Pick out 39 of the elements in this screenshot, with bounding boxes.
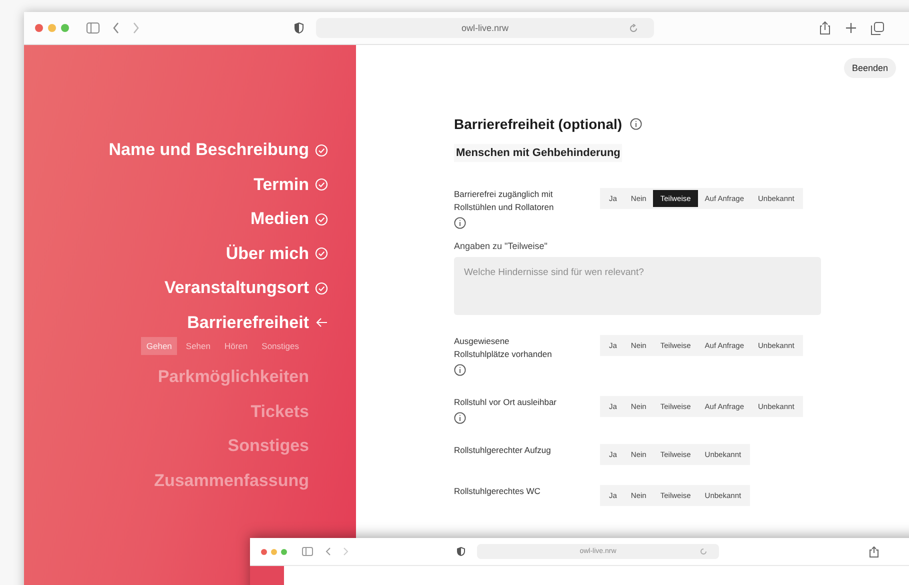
share-icon[interactable]	[869, 546, 879, 558]
question-label: Barrierefrei zugänglich mit Rollstühlen und Rollatoren	[454, 188, 555, 214]
end-button[interactable]: Beenden	[844, 58, 896, 78]
check-circle-icon	[315, 212, 328, 226]
tabs-icon[interactable]	[871, 22, 884, 34]
arrow-left-icon	[315, 316, 328, 330]
form-title: Barrierefreiheit (optional)	[454, 116, 622, 132]
field-label: Angaben zu "Teilweise"	[454, 241, 548, 251]
info-icon[interactable]	[454, 217, 466, 229]
info-icon[interactable]	[454, 412, 466, 424]
step-link[interactable]: Medien	[250, 202, 328, 236]
step-link[interactable]: Über mich	[226, 236, 328, 271]
section-heading: Menschen mit Gehbehinderung	[454, 144, 622, 162]
step-link[interactable]: Termin	[254, 168, 328, 202]
check-circle-icon	[315, 282, 328, 295]
address-bar[interactable]: owl-live.nrw	[316, 18, 654, 38]
window-controls-icon[interactable]	[34, 23, 72, 33]
step-link[interactable]: Barrierefreiheit	[187, 306, 328, 340]
step-link[interactable]: Veranstaltungsort	[164, 271, 328, 306]
info-icon[interactable]	[454, 364, 466, 376]
question-label: Rollstuhlgerechter Aufzug	[454, 444, 551, 457]
question-label: Rollstuhl vor Ort ausleihbar	[454, 396, 557, 409]
share-icon[interactable]	[819, 21, 831, 35]
sidebar-icon[interactable]	[86, 22, 100, 34]
check-circle-icon	[315, 144, 328, 157]
shield-icon[interactable]	[294, 22, 304, 34]
check-circle-icon	[315, 247, 328, 260]
sidebar-icon[interactable]	[302, 547, 313, 556]
question-label: Rollstuhlgerechtes WC	[454, 485, 540, 498]
back-icon[interactable]	[112, 22, 120, 34]
url-text: owl-live.nrw	[461, 23, 508, 33]
check-circle-icon	[315, 178, 328, 192]
plus-icon[interactable]	[845, 22, 857, 34]
info-icon[interactable]	[630, 118, 642, 130]
window-controls-icon[interactable]	[260, 548, 290, 556]
question-label: Ausgewiesene Rollstuhlplätze vorhanden	[454, 335, 553, 361]
details-field[interactable]: Welche Hindernisse sind für wen relevant?	[454, 257, 821, 315]
shield-icon[interactable]	[457, 547, 465, 556]
back-icon[interactable]	[325, 547, 331, 556]
